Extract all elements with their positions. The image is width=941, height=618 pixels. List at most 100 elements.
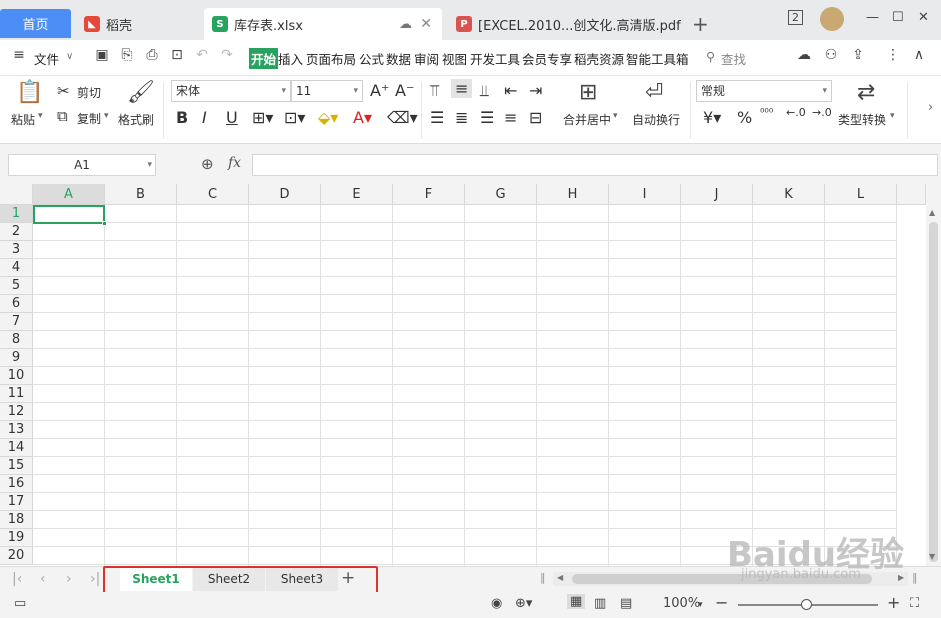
row-header-6[interactable]: 6 [0, 295, 33, 313]
row-header-13[interactable]: 13 [0, 421, 33, 439]
menu-item-view[interactable]: 视图 [442, 49, 467, 68]
row-header-1[interactable]: 1 [0, 205, 33, 223]
tab-pdf[interactable]: P [EXCEL.2010...创文化.高清版.pdf [448, 8, 684, 40]
more-icon[interactable]: ⋮ [884, 47, 902, 65]
menu-item-daoke-resources[interactable]: 稻壳资源 [574, 49, 624, 68]
tab-xlsx[interactable]: S 库存表.xlsx ☁ ✕ [204, 8, 442, 40]
last-sheet-icon[interactable]: ›| [90, 571, 100, 587]
row-header-7[interactable]: 7 [0, 313, 33, 331]
align-center-icon[interactable]: ≣ [455, 108, 468, 127]
format-painter-icon[interactable]: 🖌 [127, 80, 155, 105]
column-header-f[interactable]: F [393, 184, 465, 205]
avatar[interactable] [820, 7, 844, 31]
column-header-e[interactable]: E [321, 184, 393, 205]
collapse-ribbon-icon[interactable]: ∧ [910, 47, 928, 65]
menu-item-smart-toolbox[interactable]: 智能工具箱 [626, 49, 689, 68]
row-header-12[interactable]: 12 [0, 403, 33, 421]
name-box[interactable]: A1 ▾ [8, 154, 156, 176]
active-cell-a1[interactable] [33, 205, 105, 224]
column-header-j[interactable]: J [681, 184, 753, 205]
column-header-h[interactable]: H [537, 184, 609, 205]
justify-icon[interactable]: ≡ [504, 108, 517, 127]
page-break-view-icon[interactable]: ▤ [620, 596, 632, 611]
new-tab-button[interactable]: + [692, 12, 709, 36]
scroll-down-icon[interactable]: ▼ [929, 552, 935, 561]
maximize-icon[interactable]: ☐ [892, 10, 904, 25]
number-format-select[interactable]: 常规 ▾ [696, 80, 832, 102]
column-header-a[interactable]: A [33, 184, 105, 205]
wrap-text-icon[interactable]: ⏎ [645, 80, 663, 105]
menu-item-developer[interactable]: 开发工具 [470, 49, 520, 68]
column-header-k[interactable]: K [753, 184, 825, 205]
menu-item-review[interactable]: 审阅 [414, 49, 439, 68]
decrease-font-icon[interactable]: A⁻ [395, 81, 414, 100]
type-convert-icon[interactable]: ⇄ [857, 80, 875, 105]
align-top-icon[interactable]: ⫪ [430, 81, 439, 101]
increase-font-icon[interactable]: A⁺ [370, 81, 389, 100]
tab-daoke[interactable]: ◣ 稻壳 [76, 8, 200, 40]
print-preview-icon[interactable]: ⊡ [168, 47, 186, 65]
menu-item-insert[interactable]: 插入 [278, 49, 303, 68]
copy-icon[interactable]: ⧉ [57, 107, 68, 125]
zoom-slider-knob[interactable] [801, 599, 812, 610]
macro-record-icon[interactable]: ▭ [14, 596, 26, 611]
clear-format-icon[interactable]: ⌫▾ [387, 108, 418, 127]
row-header-3[interactable]: 3 [0, 241, 33, 259]
scroll-up-icon[interactable]: ▲ [929, 208, 935, 217]
align-bottom-icon[interactable]: ⫫ [480, 81, 489, 101]
fx-icon[interactable]: fx [228, 155, 241, 171]
column-header-l[interactable]: L [825, 184, 897, 205]
merge-dropdown-icon[interactable]: ▾ [613, 111, 618, 121]
fill-style-icon[interactable]: ⊡▾ [284, 108, 305, 127]
prev-sheet-icon[interactable]: ‹ [40, 571, 46, 587]
fill-handle[interactable] [102, 221, 107, 226]
paste-button[interactable]: 粘贴 [11, 111, 35, 128]
merge-center-icon[interactable]: ⊞ [579, 80, 597, 105]
export-icon[interactable]: ⎘ [118, 47, 136, 65]
menu-item-member[interactable]: 会员专享 [522, 49, 572, 68]
font-size-select[interactable]: 11 ▾ [291, 80, 363, 102]
share-icon[interactable]: ⇪ [849, 47, 867, 65]
currency-icon[interactable]: ¥▾ [703, 108, 721, 127]
row-header-2[interactable]: 2 [0, 223, 33, 241]
name-box-dropdown-icon[interactable]: ▾ [147, 155, 152, 175]
align-middle-icon[interactable]: ≡ [451, 79, 473, 98]
italic-icon[interactable]: I [202, 108, 207, 127]
search-label[interactable]: 查找 [721, 49, 746, 68]
row-header-9[interactable]: 9 [0, 349, 33, 367]
cut-button[interactable]: 剪切 [77, 84, 101, 101]
row-header-10[interactable]: 10 [0, 367, 33, 385]
type-convert-button[interactable]: 类型转换 [838, 111, 886, 128]
zoom-formula-icon[interactable]: ⊕ [201, 155, 214, 173]
align-left-icon[interactable]: ☰ [430, 108, 444, 127]
close-icon[interactable]: ✕ [420, 16, 432, 32]
row-header-16[interactable]: 16 [0, 475, 33, 493]
font-color-icon[interactable]: A▾ [353, 108, 372, 127]
zoom-out-icon[interactable]: − [715, 593, 728, 612]
row-header-15[interactable]: 15 [0, 457, 33, 475]
splitter-right-icon[interactable]: ‖ [912, 571, 918, 584]
percent-icon[interactable]: % [737, 108, 752, 127]
collaborate-icon[interactable]: ⚇ [822, 47, 840, 65]
menu-item-formula[interactable]: 公式 [359, 49, 384, 68]
copy-dropdown-icon[interactable]: ▾ [104, 111, 109, 121]
column-header-i[interactable]: I [609, 184, 681, 205]
tab-home[interactable]: 首页 [0, 9, 71, 38]
cloud-icon[interactable]: ☁ [399, 17, 412, 32]
decrease-decimal-icon[interactable]: →.0 [812, 106, 832, 119]
fill-color-icon[interactable]: ⬙▾ [318, 108, 338, 127]
chevron-down-icon[interactable]: ∨ [66, 51, 73, 62]
increase-indent-icon[interactable]: ⇥ [529, 81, 542, 100]
column-header-g[interactable]: G [465, 184, 537, 205]
zoom-dropdown-icon[interactable]: ▾ [698, 600, 703, 610]
first-sheet-icon[interactable]: |‹ [12, 571, 22, 587]
decrease-indent-icon[interactable]: ⇤ [504, 81, 517, 100]
zoom-in-icon[interactable]: + [887, 593, 900, 612]
formula-input[interactable] [252, 154, 938, 176]
row-header-4[interactable]: 4 [0, 259, 33, 277]
menu-hamburger-icon[interactable]: ≡ [10, 47, 28, 65]
close-window-icon[interactable]: ✕ [918, 10, 929, 25]
format-painter-button[interactable]: 格式刷 [118, 111, 154, 128]
menu-file[interactable]: 文件 [34, 49, 59, 68]
minimize-icon[interactable]: — [866, 10, 879, 25]
